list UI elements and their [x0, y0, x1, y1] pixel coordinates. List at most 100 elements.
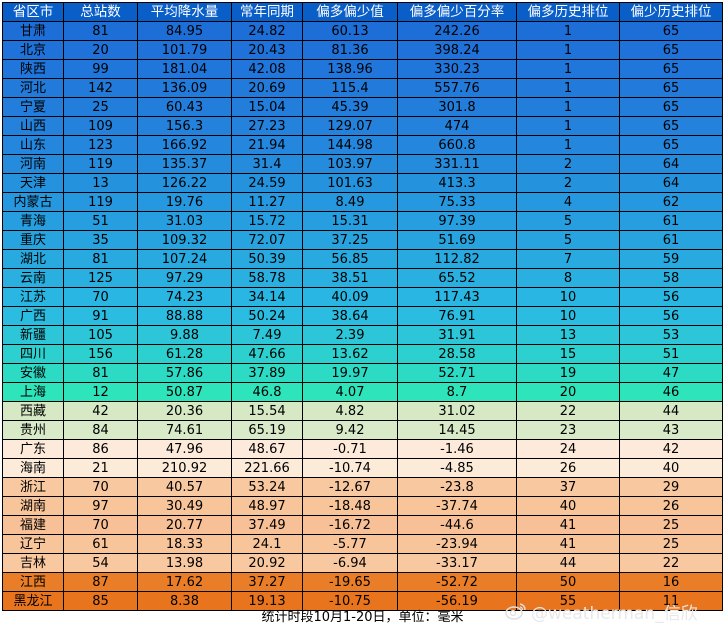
table-cell: 221.66	[231, 458, 303, 478]
table-row: 甘肃 81 84.95 24.82 60.13 242.26 1 65	[2, 21, 723, 41]
table-cell: 41	[516, 515, 620, 535]
table-cell: 15.31	[302, 211, 398, 231]
table-cell: 42.08	[231, 59, 303, 79]
table-cell: 64	[619, 173, 723, 193]
table-cell: 301.8	[397, 97, 517, 117]
table-cell: 37.25	[302, 230, 398, 250]
table-cell: 30.49	[137, 496, 232, 516]
table-cell: 10	[516, 287, 620, 307]
table-cell: 76.91	[397, 306, 517, 326]
table-row: 安徽 81 57.86 37.89 19.97 52.71 19 47	[2, 363, 723, 383]
table-cell: 144.98	[302, 135, 398, 155]
table-cell: 8.7	[397, 382, 517, 402]
table-cell: 56	[619, 287, 723, 307]
table-cell: 23	[516, 420, 620, 440]
table-row: 天津 13 126.22 24.59 101.63 413.3 2 64	[2, 173, 723, 193]
table-cell: 107.24	[137, 249, 232, 269]
table-cell: 13	[63, 173, 138, 193]
table-cell: 7.49	[231, 325, 303, 345]
table-cell: 54	[63, 553, 138, 573]
table-cell: -23.8	[397, 477, 517, 497]
table-cell: 4.07	[302, 382, 398, 402]
table-cell: 84	[63, 420, 138, 440]
table-row: 湖北 81 107.24 50.39 56.85 112.82 7 59	[2, 249, 723, 269]
table-cell: 31.03	[137, 211, 232, 231]
table-cell: 25	[63, 97, 138, 117]
table-cell: 15.72	[231, 211, 303, 231]
table-cell: 19.76	[137, 192, 232, 212]
table-cell: 河北	[2, 78, 64, 98]
table-row: 宁夏 25 60.43 15.04 45.39 301.8 1 65	[2, 97, 723, 117]
table-cell: 31.4	[231, 154, 303, 174]
table-cell: 31.91	[397, 325, 517, 345]
table-cell: 江苏	[2, 287, 64, 307]
table-cell: 15	[516, 344, 620, 364]
table-cell: 新疆	[2, 325, 64, 345]
table-cell: 105	[63, 325, 138, 345]
table-cell: 166.92	[137, 135, 232, 155]
table-cell: 136.09	[137, 78, 232, 98]
table-cell: 34.14	[231, 287, 303, 307]
table-row: 辽宁 61 18.33 24.1 -5.77 -23.94 41 25	[2, 534, 723, 554]
table-cell: 72.07	[231, 230, 303, 250]
table-cell: 42	[619, 439, 723, 459]
table-cell: 43	[619, 420, 723, 440]
table-cell: -12.67	[302, 477, 398, 497]
table-cell: 61.28	[137, 344, 232, 364]
table-cell: 40	[516, 496, 620, 516]
table-cell: 5	[516, 230, 620, 250]
table-cell: 64	[619, 154, 723, 174]
table-cell: 27.23	[231, 116, 303, 136]
table-cell: 53.24	[231, 477, 303, 497]
table-row: 四川 156 61.28 47.66 13.62 28.58 15 51	[2, 344, 723, 364]
table-cell: 22	[516, 401, 620, 421]
table-cell: 109.32	[137, 230, 232, 250]
table-cell: 44	[516, 553, 620, 573]
table-cell: 97.39	[397, 211, 517, 231]
table-cell: 14.45	[397, 420, 517, 440]
table-cell: 四川	[2, 344, 64, 364]
table-cell: 18.33	[137, 534, 232, 554]
table-cell: 25	[619, 515, 723, 535]
table-cell: 8	[516, 268, 620, 288]
table-cell: 1	[516, 21, 620, 41]
table-cell: 2	[516, 154, 620, 174]
table-cell: 60.43	[137, 97, 232, 117]
column-header: 偏多偏少百分率	[397, 2, 517, 22]
table-cell: 156.3	[137, 116, 232, 136]
table-cell: 51.69	[397, 230, 517, 250]
table-cell: -16.72	[302, 515, 398, 535]
table-cell: 47.96	[137, 439, 232, 459]
table-row: 北京 20 101.79 20.43 81.36 398.24 1 65	[2, 40, 723, 60]
table-cell: 65	[619, 97, 723, 117]
table-cell: -19.65	[302, 572, 398, 592]
column-header: 总站数	[63, 2, 138, 22]
table-cell: 50	[516, 572, 620, 592]
table-row: 青海 51 31.03 15.72 15.31 97.39 5 61	[2, 211, 723, 231]
table-cell: 59	[619, 249, 723, 269]
table-row: 江西 87 17.62 37.27 -19.65 -52.72 50 16	[2, 572, 723, 592]
table-cell: 42	[63, 401, 138, 421]
table-cell: 20.69	[231, 78, 303, 98]
table-cell: 74.23	[137, 287, 232, 307]
table-cell: -5.77	[302, 534, 398, 554]
table-cell: 37	[516, 477, 620, 497]
table-cell: 660.8	[397, 135, 517, 155]
table-cell: 江西	[2, 572, 64, 592]
table-header: 省区市 总站数 平均降水量 常年同期 偏多偏少值 偏多偏少百分率 偏多历史排位 偏少历史排位	[2, 2, 723, 22]
table-cell: 41	[516, 534, 620, 554]
table-cell: 413.3	[397, 173, 517, 193]
table-cell: 88.88	[137, 306, 232, 326]
table-cell: 61	[619, 211, 723, 231]
table-row: 广东 86 47.96 48.67 -0.71 -1.46 24 42	[2, 439, 723, 459]
table-cell: -1.46	[397, 439, 517, 459]
table-cell: 87	[63, 572, 138, 592]
table-cell: 557.76	[397, 78, 517, 98]
table-cell: 101.63	[302, 173, 398, 193]
table-cell: 115.4	[302, 78, 398, 98]
table-cell: 26	[516, 458, 620, 478]
table-cell: 1	[516, 97, 620, 117]
table-cell: 81.36	[302, 40, 398, 60]
table-cell: 51	[63, 211, 138, 231]
table-cell: 1	[516, 135, 620, 155]
